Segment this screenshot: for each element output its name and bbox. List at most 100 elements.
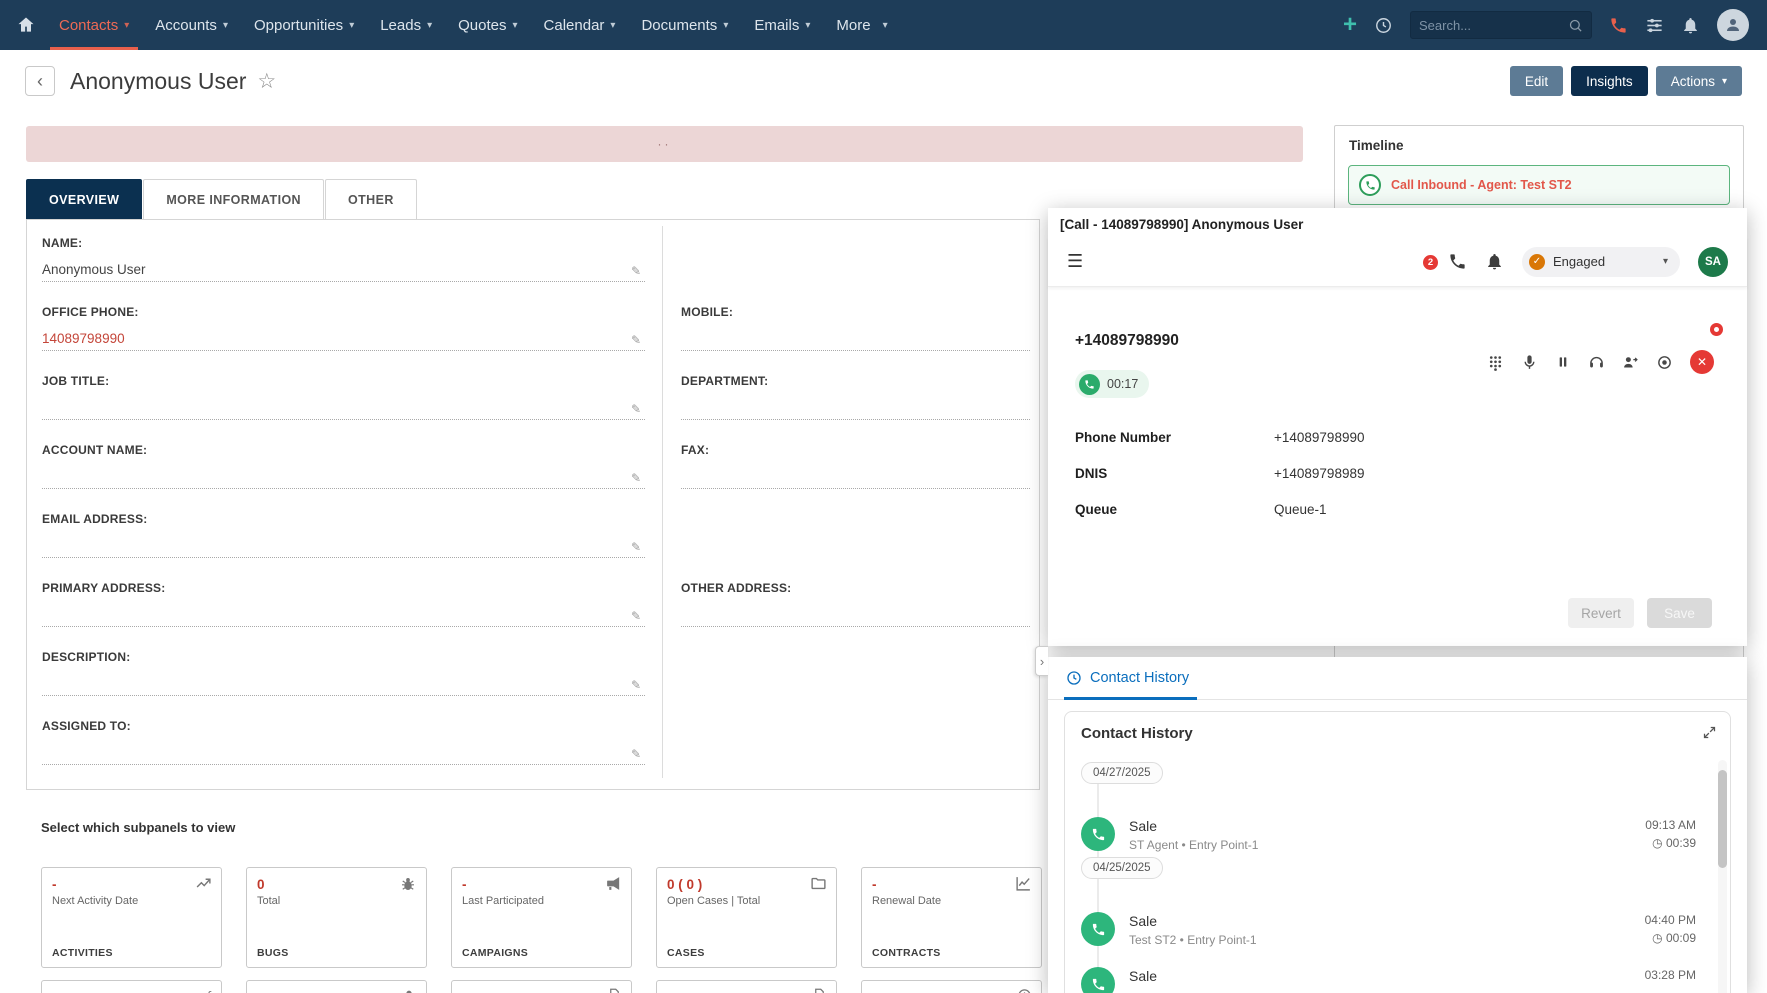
call-icon — [1081, 912, 1115, 946]
tab-other[interactable]: OTHER — [325, 179, 417, 219]
tab-contact-history[interactable]: Contact History — [1064, 670, 1197, 700]
edit-pencil-icon[interactable]: ✎ — [631, 264, 641, 278]
insights-button[interactable]: Insights — [1571, 66, 1648, 96]
field-empty — [663, 226, 1039, 295]
subpanel-card[interactable] — [656, 980, 837, 993]
edit-pencil-icon[interactable]: ✎ — [631, 471, 641, 485]
field-other-address: OTHER ADDRESS: — [663, 571, 1039, 640]
edit-pencil-icon[interactable]: ✎ — [631, 747, 641, 761]
field-empty — [663, 640, 1039, 709]
tab-more-information[interactable]: MORE INFORMATION — [143, 179, 324, 219]
subpanel-card[interactable] — [861, 980, 1042, 993]
end-call-button[interactable]: ✕ — [1690, 350, 1714, 374]
mute-mic-icon[interactable] — [1521, 354, 1538, 371]
overview-panel: NAME: Anonymous User✎ OFFICE PHONE: 1408… — [26, 219, 1040, 790]
nav-right-tools: + — [1343, 9, 1749, 41]
page-title: Anonymous User — [70, 68, 246, 95]
nav-contacts[interactable]: Contacts ▾ — [46, 0, 142, 50]
quick-create-icon[interactable]: + — [1343, 15, 1357, 35]
revert-button[interactable]: Revert — [1568, 598, 1634, 628]
subpanel-card-activities[interactable]: - Next Activity Date ACTIVITIES — [41, 867, 222, 968]
contracts-chart-icon — [1015, 875, 1032, 892]
nav-opportunities[interactable]: Opportunities ▾ — [241, 0, 367, 50]
subpanel-card[interactable] — [451, 980, 632, 993]
chevron-down-icon: ▾ — [1722, 76, 1727, 87]
timeline-entry-call-inbound[interactable]: Call Inbound - Agent: Test ST2 — [1348, 165, 1730, 205]
nav-documents[interactable]: Documents ▾ — [628, 0, 741, 50]
call-timer: 00:17 — [1075, 370, 1149, 398]
nav-more[interactable]: More ▾ — [823, 0, 900, 50]
softphone-toolbar: ☰ 2 ✓ Engaged ▾ SA — [1048, 237, 1747, 287]
notifications-bell-icon[interactable] — [1681, 16, 1700, 35]
panel-collapse-handle[interactable]: › — [1035, 646, 1048, 676]
document-icon — [812, 988, 827, 993]
office-phone-link[interactable]: 14089798990 — [42, 331, 125, 346]
keypad-icon[interactable] — [1487, 354, 1504, 371]
tab-overview[interactable]: OVERVIEW — [26, 179, 142, 219]
chevron-down-icon: ▾ — [883, 20, 888, 31]
agent-status-dropdown[interactable]: ✓ Engaged ▾ — [1522, 247, 1680, 277]
subpanel-cards-row-2: ƒ — [41, 980, 1042, 993]
subpanel-card[interactable] — [246, 980, 427, 993]
history-entry[interactable]: Sale 03:28 PM — [1081, 967, 1696, 993]
softphone-window: [Call - 14089798990] Anonymous User ☰ 2 … — [1048, 208, 1747, 646]
clock-icon: ◷ — [1652, 836, 1662, 850]
history-entry[interactable]: Sale ST Agent • Entry Point-1 09:13 AM ◷… — [1081, 817, 1696, 857]
chevron-down-icon: ▾ — [124, 20, 129, 31]
edit-button[interactable]: Edit — [1510, 66, 1563, 96]
global-search — [1410, 11, 1592, 39]
subpanel-card[interactable]: ƒ — [41, 980, 222, 993]
edit-pencil-icon[interactable]: ✎ — [631, 333, 641, 347]
document-icon — [607, 988, 622, 993]
field-office-phone: OFFICE PHONE: 14089798990✎ — [27, 295, 663, 364]
history-entry[interactable]: Sale Test ST2 • Entry Point-1 04:40 PM ◷… — [1081, 912, 1696, 952]
bell-icon[interactable] — [1485, 252, 1504, 271]
record-icon[interactable] — [1656, 354, 1673, 371]
back-button[interactable]: ‹ — [25, 66, 55, 96]
record-header: ‹ Anonymous User ☆ Edit Insights Actions… — [0, 50, 1767, 112]
user-avatar[interactable] — [1717, 9, 1749, 41]
chevron-down-icon: ▾ — [723, 20, 728, 31]
edit-pencil-icon[interactable]: ✎ — [631, 402, 641, 416]
home-icon[interactable] — [16, 15, 36, 35]
search-icon[interactable] — [1568, 18, 1583, 33]
subpanel-card-bugs[interactable]: 0 Total BUGS — [246, 867, 427, 968]
consult-headset-icon[interactable] — [1588, 354, 1605, 371]
nav-emails[interactable]: Emails ▾ — [741, 0, 823, 50]
phone-cti-icon[interactable] — [1609, 16, 1628, 35]
hold-icon[interactable] — [1555, 354, 1571, 370]
settings-sliders-icon[interactable] — [1645, 16, 1664, 35]
recently-viewed-icon[interactable] — [1374, 16, 1393, 35]
actions-button[interactable]: Actions ▾ — [1656, 66, 1742, 96]
search-input[interactable] — [1419, 18, 1562, 33]
subpanel-cards-row-1: - Next Activity Date ACTIVITIES 0 Total … — [41, 867, 1042, 968]
edit-pencil-icon[interactable]: ✎ — [631, 609, 641, 623]
subpanel-card-cases[interactable]: 0 ( 0 ) Open Cases | Total CASES — [656, 867, 837, 968]
subpanel-card-campaigns[interactable]: - Last Participated CAMPAIGNS — [451, 867, 632, 968]
nav-leads[interactable]: Leads ▾ — [367, 0, 445, 50]
transfer-icon[interactable] — [1622, 354, 1639, 371]
scrollbar-thumb[interactable] — [1718, 770, 1727, 868]
contact-history-card: Contact History 04/27/2025 Sale ST Agent… — [1064, 711, 1731, 993]
expand-icon[interactable] — [1702, 725, 1717, 740]
subpanel-card-contracts[interactable]: - Renewal Date CONTRACTS — [861, 867, 1042, 968]
clock-icon — [1066, 670, 1082, 686]
chevron-down-icon: ▾ — [513, 20, 518, 31]
edit-pencil-icon[interactable]: ✎ — [631, 540, 641, 554]
nav-calendar[interactable]: Calendar ▾ — [531, 0, 629, 50]
phone-outline-icon[interactable] — [1448, 252, 1467, 271]
bug-icon — [399, 875, 417, 893]
scrollbar: ▾ — [1718, 760, 1727, 993]
agent-avatar[interactable]: SA — [1698, 247, 1728, 277]
clock-icon — [1017, 988, 1032, 993]
favorite-star-icon[interactable]: ☆ — [257, 69, 276, 94]
nav-accounts[interactable]: Accounts ▾ — [142, 0, 241, 50]
save-button[interactable]: Save — [1647, 598, 1712, 628]
signature-icon: ƒ — [205, 988, 212, 993]
field-name: NAME: Anonymous User✎ — [27, 226, 663, 295]
clock-icon: ◷ — [1652, 931, 1662, 945]
menu-hamburger-icon[interactable]: ☰ — [1067, 251, 1083, 272]
nav-quotes[interactable]: Quotes ▾ — [445, 0, 530, 50]
edit-pencil-icon[interactable]: ✎ — [631, 678, 641, 692]
notification-bar[interactable]: ·· — [26, 126, 1303, 162]
